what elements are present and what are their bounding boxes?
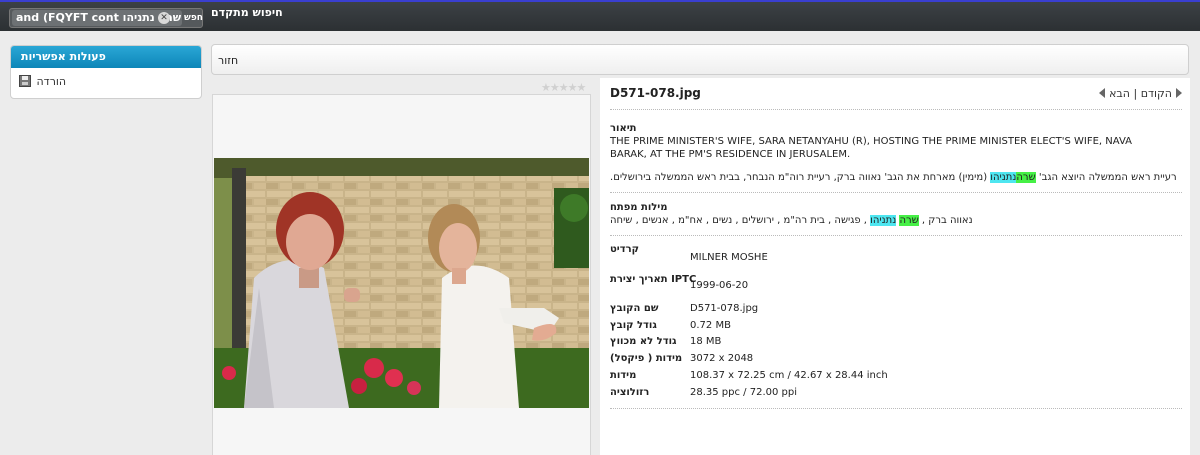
keywords-label: מילות מפתח [610,202,668,213]
photo-preview[interactable] [214,158,589,408]
file-title: D571-078.jpg [610,86,701,100]
dimensions-value: 108.37 x 72.25 cm / 42.67 x 28.44 inch [690,370,888,381]
description-hebrew: .רעיית ראש הממשלה היוצא הגב' שרהנתניהו (… [610,171,1180,184]
details-panel: D571-078.jpg הקודם | הבא תיאור THE PRIME… [600,78,1190,455]
star-icon[interactable]: ★ [568,81,578,94]
divider [610,408,1182,409]
rating-stars[interactable]: ★★★★★ [541,81,587,94]
keywords-end: , פגישה , בית רה"מ , ירושלים , נשים , אח… [610,215,871,226]
divider [610,192,1182,193]
arrow-left-icon[interactable] [1099,88,1106,98]
credit-value: MILNER MOSHE [690,252,768,263]
keywords-start: נאווה ברק , [918,215,973,226]
divider [610,235,1182,236]
actions-panel-header: פעולות אפשריות [11,46,201,68]
divider [610,109,1182,110]
star-icon[interactable]: ★ [541,81,551,94]
highlight-term: שרה [1016,172,1036,183]
description-english: THE PRIME MINISTER'S WIFE, SARA NETANYAH… [610,136,1132,160]
file-name-value: D571-078.jpg [690,303,759,314]
actions-panel: פעולות אפשריות הורדה [10,45,202,99]
next-link[interactable]: הבא [1109,87,1130,100]
pixel-dimensions-value: 3072 x 2048 [690,353,754,364]
uncompressed-size-label: גודל לא מכווץ [610,336,677,347]
file-size-value: 0.72 MB [690,320,731,331]
credit-label: קרדיט [610,244,639,255]
highlight-term: נתניהו [870,215,897,226]
description-hebrew-end: (מימין) מארחת את הגב' נאווה ברק, רעיית ר… [613,172,991,183]
search-button[interactable]: חפש [184,10,203,26]
iptc-date-value: 1999-06-20 [690,280,749,291]
back-button[interactable]: חזור [218,54,238,67]
pixel-dimensions-label: מידות ( פיקסל) [610,353,683,364]
top-bar: and (FQYFT cont שרה נתניהו ✕ חפש חיפוש מ… [0,0,1200,31]
star-icon[interactable]: ★ [559,81,569,94]
description-label: תיאור [610,123,637,134]
arrow-right-icon[interactable] [1176,88,1182,98]
star-icon[interactable]: ★ [577,81,587,94]
keywords-list: נאווה ברק , שרה נתניהו , פגישה , בית רה"… [610,214,973,227]
resolution-value: 28.35 ppc / 72.00 ppi [690,387,798,398]
highlight-term: שרה [899,215,919,226]
close-icon[interactable]: ✕ [158,12,170,24]
save-icon [19,75,31,87]
advanced-search-link[interactable]: חיפוש מתקדם [211,6,283,19]
file-name-label: שם הקובץ [610,303,659,314]
resolution-label: רזולוציה [610,387,650,398]
dimensions-label: מידות [610,370,637,381]
download-label: הורדה [36,75,67,88]
uncompressed-size-value: 18 MB [690,336,722,347]
nav-separator: | [1133,87,1138,100]
iptc-date-label: תאריך יצירת IPTC [610,274,697,285]
search-box[interactable]: and (FQYFT cont שרה נתניהו ✕ חפש [9,8,203,28]
search-query-text: and (FQYFT cont שרה נתניהו [16,11,182,24]
star-icon[interactable]: ★ [550,81,560,94]
download-action[interactable]: הורדה [11,68,201,96]
back-bar: חזור [211,44,1189,75]
image-navigation: הקודם | הבא [1099,87,1182,100]
search-query-tag[interactable]: and (FQYFT cont שרה נתניהו ✕ [12,10,182,26]
prev-link[interactable]: הקודם [1141,87,1172,100]
file-size-label: גודל קובץ [610,320,657,331]
highlight-term: נתניהו [990,172,1017,183]
